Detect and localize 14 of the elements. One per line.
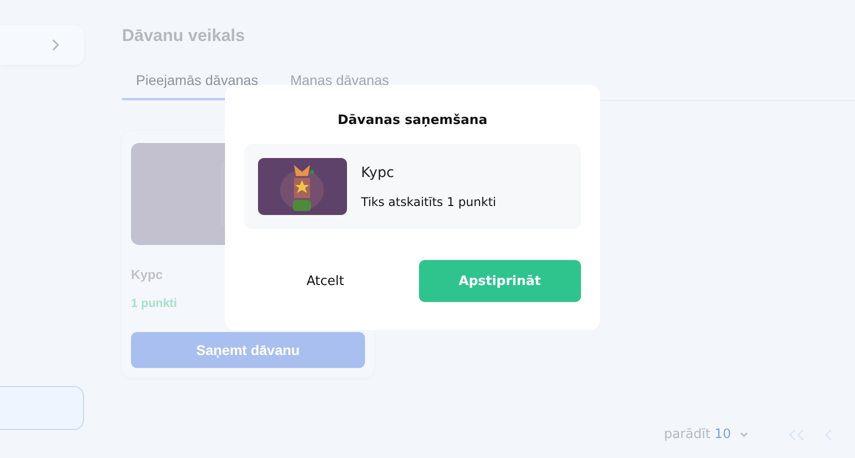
tab[interactable]: Manas dāvanas <box>276 60 404 100</box>
sidebar-item[interactable] <box>0 25 84 65</box>
dialog-title: Dāvanas saņemšana <box>336 113 488 128</box>
gift-price: 1 punkti <box>131 296 178 310</box>
gift-name: Kypc <box>361 164 396 180</box>
confirm-button[interactable]: Apstiprināt <box>418 260 581 302</box>
chevron-right-icon <box>50 38 60 52</box>
cancel-button[interactable]: Atcelt <box>244 260 406 302</box>
cost-note: Tiks atskaitīts 1 punkti <box>361 194 496 208</box>
page-size-value[interactable]: 10 <box>714 427 731 442</box>
claim-button[interactable]: Saņemt dāvanu <box>131 332 365 368</box>
page-title: Dāvanu veikals <box>122 26 246 46</box>
sidebar-button[interactable] <box>0 386 84 430</box>
page-size-label: parādīt <box>664 427 710 442</box>
